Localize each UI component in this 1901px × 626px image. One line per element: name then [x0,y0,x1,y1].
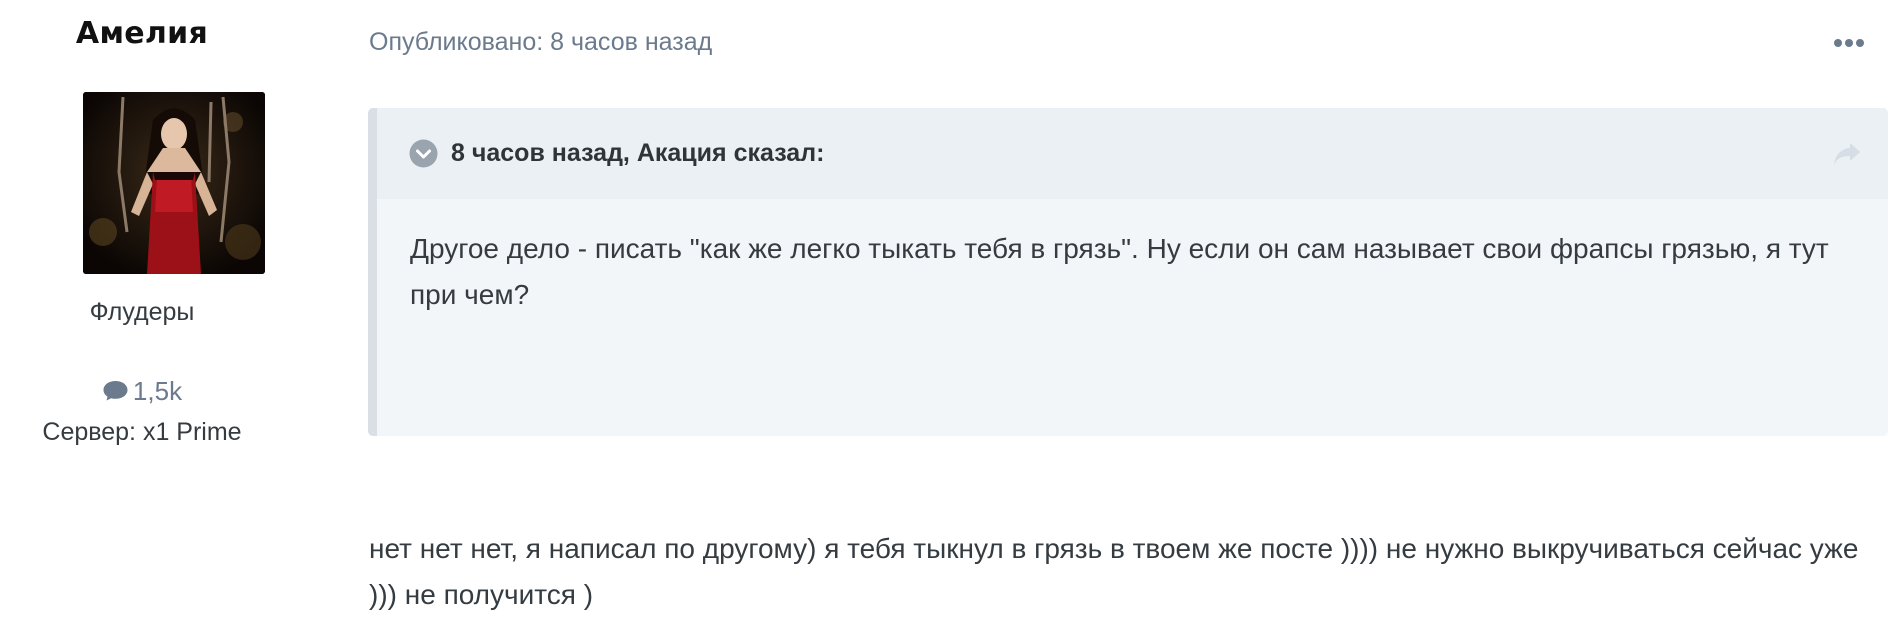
author-group: Флудеры [89,298,195,326]
author-post-count[interactable]: 1,5k [0,376,284,409]
post-date[interactable]: Опубликовано: 8 часов назад [369,28,712,57]
quote-block: 8 часов назад, Акация сказал: Другое дел… [368,108,1888,436]
avatar[interactable] [83,92,265,274]
author-server: Сервер: x1 Prime [42,418,242,446]
forum-post: Амелия Флудеры 1,5k Сервер: x1 Prime Опу… [0,0,1901,626]
quote-header: 8 часов назад, Акация сказал: [377,108,1888,199]
share-arrow-icon[interactable] [1832,141,1862,167]
comment-icon [102,378,129,409]
chevron-down-circle-icon[interactable] [409,139,438,168]
post-content: нет нет нет, я написал по другому) я теб… [369,533,1859,610]
quote-citation: 8 часов назад, Акация сказал: [451,139,825,167]
post-count-value: 1,5k [132,376,183,406]
ellipsis-icon[interactable] [1829,30,1869,56]
quote-text: Другое дело - писать "как же легко тыкат… [410,233,1829,310]
author-name[interactable]: Амелия [0,16,284,51]
